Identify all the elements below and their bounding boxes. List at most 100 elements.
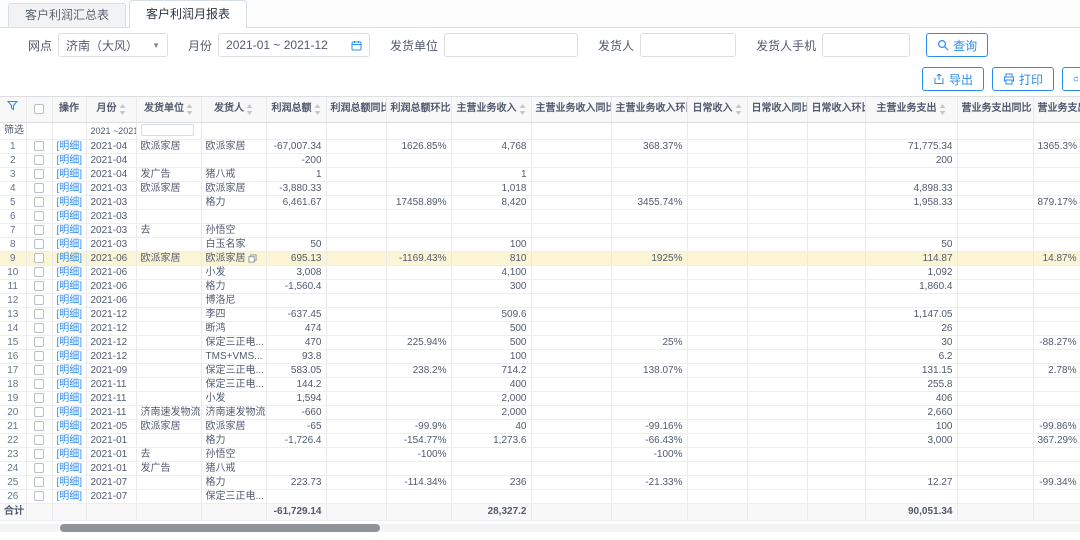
detail-link[interactable]: [明细] (57, 183, 83, 194)
column-header[interactable]: 主营业务收入同比 (531, 97, 612, 123)
row-checkbox[interactable] (34, 141, 44, 151)
detail-link[interactable]: [明细] (57, 253, 83, 264)
select-all-checkbox[interactable] (34, 103, 44, 114)
sort-icon[interactable] (939, 103, 946, 115)
print-button[interactable]: 打印 (991, 67, 1054, 91)
detail-link[interactable]: [明细] (57, 267, 83, 278)
detail-link[interactable]: [明细] (57, 169, 83, 180)
column-header[interactable]: 利润总额同比 (326, 97, 387, 123)
column-header[interactable]: 主营业务收入 (451, 97, 532, 123)
column-header[interactable]: 利润总额环比 (386, 97, 452, 123)
row-checkbox[interactable] (34, 407, 44, 417)
detail-link[interactable]: [明细] (57, 463, 83, 474)
row-checkbox[interactable] (34, 393, 44, 403)
detail-link[interactable]: [明细] (57, 337, 83, 348)
detail-link[interactable]: [明细] (57, 365, 83, 376)
detail-link[interactable]: [明细] (57, 225, 83, 236)
column-header[interactable]: 营业务支出环比 (1033, 97, 1080, 123)
cell-daily (687, 167, 748, 182)
tab-customer-profit-summary[interactable]: 客户利润汇总表 (8, 3, 127, 27)
row-checkbox[interactable] (34, 211, 44, 221)
row-checkbox[interactable] (34, 337, 44, 347)
detail-link[interactable]: [明细] (57, 197, 83, 208)
row-checkbox[interactable] (34, 379, 44, 389)
row-checkbox[interactable] (34, 309, 44, 319)
row-checkbox[interactable] (34, 323, 44, 333)
detail-link[interactable]: [明细] (57, 155, 83, 166)
detail-link[interactable]: [明细] (57, 323, 83, 334)
detail-link[interactable]: [明细] (57, 141, 83, 152)
filter-funnel-header[interactable] (0, 97, 27, 123)
detail-link[interactable]: [明细] (57, 407, 83, 418)
row-checkbox-cell (26, 209, 53, 224)
column-header[interactable]: 月份 (86, 97, 137, 123)
detail-link[interactable]: [明细] (57, 435, 83, 446)
row-checkbox[interactable] (34, 477, 44, 487)
sort-icon[interactable] (314, 103, 321, 115)
row-checkbox[interactable] (34, 183, 44, 193)
row-checkbox[interactable] (34, 463, 44, 473)
sort-icon[interactable] (186, 103, 193, 115)
refresh-button[interactable] (1062, 67, 1080, 91)
row-checkbox[interactable] (34, 435, 44, 445)
detail-link[interactable]: [明细] (57, 393, 83, 404)
unit-filter-input[interactable] (140, 124, 195, 136)
column-header[interactable]: 发货单位 (136, 97, 202, 123)
row-checkbox[interactable] (34, 197, 44, 207)
row-checkbox[interactable] (34, 351, 44, 361)
row-checkbox[interactable] (34, 421, 44, 431)
row-checkbox[interactable] (34, 449, 44, 459)
detail-link[interactable]: [明细] (57, 379, 83, 390)
row-checkbox[interactable] (34, 169, 44, 179)
column-header[interactable]: 发货人 (201, 97, 267, 123)
action-cell: [明细] (52, 349, 87, 364)
row-checkbox[interactable] (34, 491, 44, 501)
tab-customer-profit-monthly[interactable]: 客户利润月报表 (129, 0, 248, 28)
row-checkbox[interactable] (34, 281, 44, 291)
detail-link[interactable]: [明细] (57, 351, 83, 362)
detail-link[interactable]: [明细] (57, 449, 83, 460)
column-header[interactable]: 主营业务收入环比 (611, 97, 688, 123)
row-checkbox[interactable] (34, 155, 44, 165)
month-range-input[interactable]: 2021-01 ~ 2021-12 (218, 33, 371, 57)
column-header[interactable]: 日常收入环比 (807, 97, 866, 123)
detail-link[interactable]: [明细] (57, 491, 83, 502)
column-header[interactable]: 营业务支出同比 (957, 97, 1034, 123)
branch-select[interactable]: 济南（大风） ▼ (58, 33, 169, 57)
detail-link[interactable]: [明细] (57, 477, 83, 488)
shipper-input[interactable] (640, 33, 737, 57)
column-header[interactable]: 主营业务支出 (865, 97, 958, 123)
detail-link[interactable]: [明细] (57, 281, 83, 292)
detail-link[interactable]: [明细] (57, 239, 83, 250)
export-button[interactable]: 导出 (921, 67, 984, 91)
column-header[interactable]: 日常收入同比 (747, 97, 808, 123)
horizontal-scrollbar-thumb[interactable] (60, 523, 380, 532)
ship-unit-input[interactable] (444, 33, 579, 57)
sort-icon[interactable] (119, 103, 126, 115)
copy-icon[interactable] (247, 253, 257, 263)
sort-icon[interactable] (246, 103, 253, 115)
detail-link[interactable]: [明细] (57, 211, 83, 222)
cell-income_yoy (531, 223, 612, 238)
shipper-phone-input[interactable] (822, 33, 911, 57)
row-checkbox[interactable] (34, 239, 44, 249)
row-checkbox[interactable] (34, 295, 44, 305)
sort-icon[interactable] (519, 103, 526, 115)
column-header[interactable]: 操作 (52, 97, 87, 123)
month-filter-input[interactable]: 2021 ~2021 (91, 123, 136, 139)
detail-link[interactable]: [明细] (57, 421, 83, 432)
column-header[interactable]: 利润总额 (266, 97, 327, 123)
sort-icon[interactable] (735, 103, 742, 115)
detail-link[interactable]: [明细] (57, 295, 83, 306)
row-checkbox[interactable] (34, 253, 44, 263)
horizontal-scrollbar[interactable] (0, 523, 1080, 532)
cell-consignee: 格力 (201, 279, 267, 294)
detail-link[interactable]: [明细] (57, 309, 83, 320)
column-header[interactable]: 日常收入 (687, 97, 748, 123)
table-row: 16 [明细] 2021-12 TMS+VMS... 93.8 100 6.2 (0, 349, 1080, 364)
row-checkbox[interactable] (34, 365, 44, 375)
row-checkbox[interactable] (34, 267, 44, 277)
query-button[interactable]: 查询 (926, 33, 989, 57)
action-cell: [明细] (52, 237, 87, 252)
row-checkbox[interactable] (34, 225, 44, 235)
